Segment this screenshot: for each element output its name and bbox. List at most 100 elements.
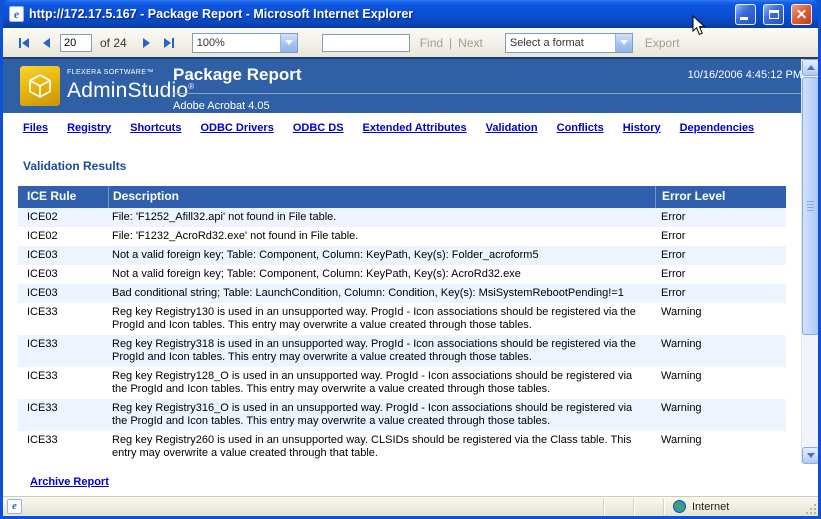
table-row: ICE33 Reg key Registry130 is used in an … xyxy=(18,303,786,335)
archive-report-link[interactable]: Archive Report xyxy=(30,476,109,488)
vertical-scrollbar[interactable] xyxy=(801,59,818,464)
chevron-down-icon xyxy=(285,40,293,45)
maximize-button[interactable] xyxy=(763,4,784,25)
cell-description: Reg key Registry316_O is used in an unsu… xyxy=(108,399,655,431)
cell-ice-rule: ICE33 xyxy=(18,399,108,431)
cell-ice-rule: ICE33 xyxy=(18,431,108,463)
first-page-button[interactable] xyxy=(15,36,33,50)
last-page-icon xyxy=(164,38,171,48)
window-title: http://172.17.5.167 - Package Report - M… xyxy=(29,7,728,21)
next-page-button[interactable] xyxy=(139,36,154,50)
nav-link[interactable]: Files xyxy=(23,122,48,134)
arrow-up-icon xyxy=(807,65,815,70)
minimize-icon xyxy=(740,17,748,20)
cell-error-level: Warning xyxy=(655,399,786,431)
table-row: ICE33 Reg key Registry316_O is used in a… xyxy=(18,399,786,431)
table-body: ICE02 File: 'F1252_Afill32.api' not foun… xyxy=(18,208,786,463)
cell-ice-rule: ICE03 xyxy=(18,265,108,284)
export-format-value: Select a format xyxy=(506,37,615,49)
cell-description: File: 'F1232_AcroRd32.exe' not found in … xyxy=(108,227,655,246)
adminstudio-logo-icon xyxy=(20,66,60,106)
scroll-down-button[interactable] xyxy=(802,447,818,464)
table-row: ICE02 File: 'F1252_Afill32.api' not foun… xyxy=(18,208,786,227)
package-name: Adobe Acrobat 4.05 xyxy=(173,94,802,112)
scrollbar-thumb[interactable] xyxy=(802,77,818,335)
export-button[interactable]: Export xyxy=(645,36,680,50)
cell-description: Bad conditional string; Table: LaunchCon… xyxy=(108,284,655,303)
nav-link[interactable]: Registry xyxy=(67,122,111,134)
cell-description: Not a valid foreign key; Table: Componen… xyxy=(108,265,655,284)
cell-error-level: Error xyxy=(655,208,786,227)
nav-link[interactable]: Validation xyxy=(486,122,538,134)
find-text-input[interactable] xyxy=(322,34,410,52)
brand-name: AdminStudio xyxy=(67,79,188,102)
section-nav: Files Registry Shortcuts ODBC Drivers ODBC D… xyxy=(3,113,818,142)
next-result-button[interactable]: Next xyxy=(458,36,483,50)
export-format-select[interactable]: Select a format xyxy=(505,33,633,53)
cell-ice-rule: ICE33 xyxy=(18,335,108,367)
cell-description: Not a valid foreign key; Table: Componen… xyxy=(108,246,655,265)
cell-error-level: Error xyxy=(655,284,786,303)
scroll-up-button[interactable] xyxy=(802,59,818,76)
table-row: ICE03 Not a valid foreign key; Table: Co… xyxy=(18,265,786,284)
security-zone-label: Internet xyxy=(692,501,729,513)
table-row: ICE02 File: 'F1232_AcroRd32.exe' not fou… xyxy=(18,227,786,246)
cell-description: Reg key Registry130 is used in an unsupp… xyxy=(108,303,655,335)
internet-globe-icon xyxy=(673,500,686,513)
maximize-icon xyxy=(769,10,779,19)
minimize-button[interactable] xyxy=(735,4,756,25)
last-page-button[interactable] xyxy=(160,36,178,50)
title-bar: e http://172.17.5.167 - Package Report -… xyxy=(3,0,818,28)
format-dropdown-button[interactable] xyxy=(615,34,632,52)
zoom-select[interactable]: 100% xyxy=(192,33,298,53)
cell-description: File: 'F1252_Afill32.api' not found in F… xyxy=(108,208,655,227)
nav-link[interactable]: ODBC Drivers xyxy=(200,122,273,134)
section-title: Validation Results xyxy=(23,159,818,173)
next-page-icon xyxy=(143,38,150,48)
cell-error-level: Warning xyxy=(655,335,786,367)
report-header-band: FLEXERA SOFTWARE™ AdminStudio® Package R… xyxy=(3,59,818,113)
page-content: FLEXERA SOFTWARE™ AdminStudio® Package R… xyxy=(3,57,818,496)
table-row: ICE33 Reg key Registry128_O is used in a… xyxy=(18,367,786,399)
cell-error-level: Error xyxy=(655,265,786,284)
close-button[interactable] xyxy=(791,4,812,25)
cell-ice-rule: ICE02 xyxy=(18,227,108,246)
resize-grip[interactable] xyxy=(805,503,818,516)
cell-ice-rule: ICE03 xyxy=(18,246,108,265)
cell-ice-rule: ICE33 xyxy=(18,303,108,335)
nav-link[interactable]: Conflicts xyxy=(557,122,604,134)
page-number-input[interactable] xyxy=(60,34,92,52)
zoom-dropdown-button[interactable] xyxy=(280,34,297,52)
browser-window: e http://172.17.5.167 - Package Report -… xyxy=(0,0,821,519)
table-row: ICE33 Reg key Registry260 is used in an … xyxy=(18,431,786,463)
table-row: ICE03 Bad conditional string; Table: Lau… xyxy=(18,284,786,303)
status-bar: e Internet xyxy=(3,496,818,516)
internet-explorer-icon: e xyxy=(9,6,24,22)
previous-page-button[interactable] xyxy=(39,36,54,50)
validation-table: ICE Rule Description Error Level ICE02 F… xyxy=(18,186,786,463)
column-header-error-level: Error Level xyxy=(655,186,786,208)
chevron-down-icon xyxy=(620,40,628,45)
nav-link[interactable]: Dependencies xyxy=(680,122,755,134)
cell-description: Reg key Registry128_O is used in an unsu… xyxy=(108,367,655,399)
cell-error-level: Error xyxy=(655,246,786,265)
cell-error-level: Warning xyxy=(655,431,786,463)
cell-description: Reg key Registry260 is used in an unsupp… xyxy=(108,431,655,463)
nav-link[interactable]: Extended Attributes xyxy=(363,122,467,134)
cell-error-level: Error xyxy=(655,227,786,246)
column-header-ice-rule: ICE Rule xyxy=(18,186,108,208)
find-next-separator: | xyxy=(449,36,452,50)
cell-error-level: Warning xyxy=(655,367,786,399)
table-header-row: ICE Rule Description Error Level xyxy=(18,186,786,208)
nav-link[interactable]: ODBC DS xyxy=(293,122,344,134)
page-count-label: of 24 xyxy=(100,36,127,50)
column-header-description: Description xyxy=(108,186,655,208)
cell-description: Reg key Registry318 is used in an unsupp… xyxy=(108,335,655,367)
find-button[interactable]: Find xyxy=(420,36,443,50)
table-row: ICE33 Reg key Registry318 is used in an … xyxy=(18,335,786,367)
first-page-icon xyxy=(22,38,29,48)
cell-error-level: Warning xyxy=(655,303,786,335)
nav-link[interactable]: History xyxy=(623,122,661,134)
document-icon: e xyxy=(7,499,22,514)
nav-link[interactable]: Shortcuts xyxy=(130,122,181,134)
